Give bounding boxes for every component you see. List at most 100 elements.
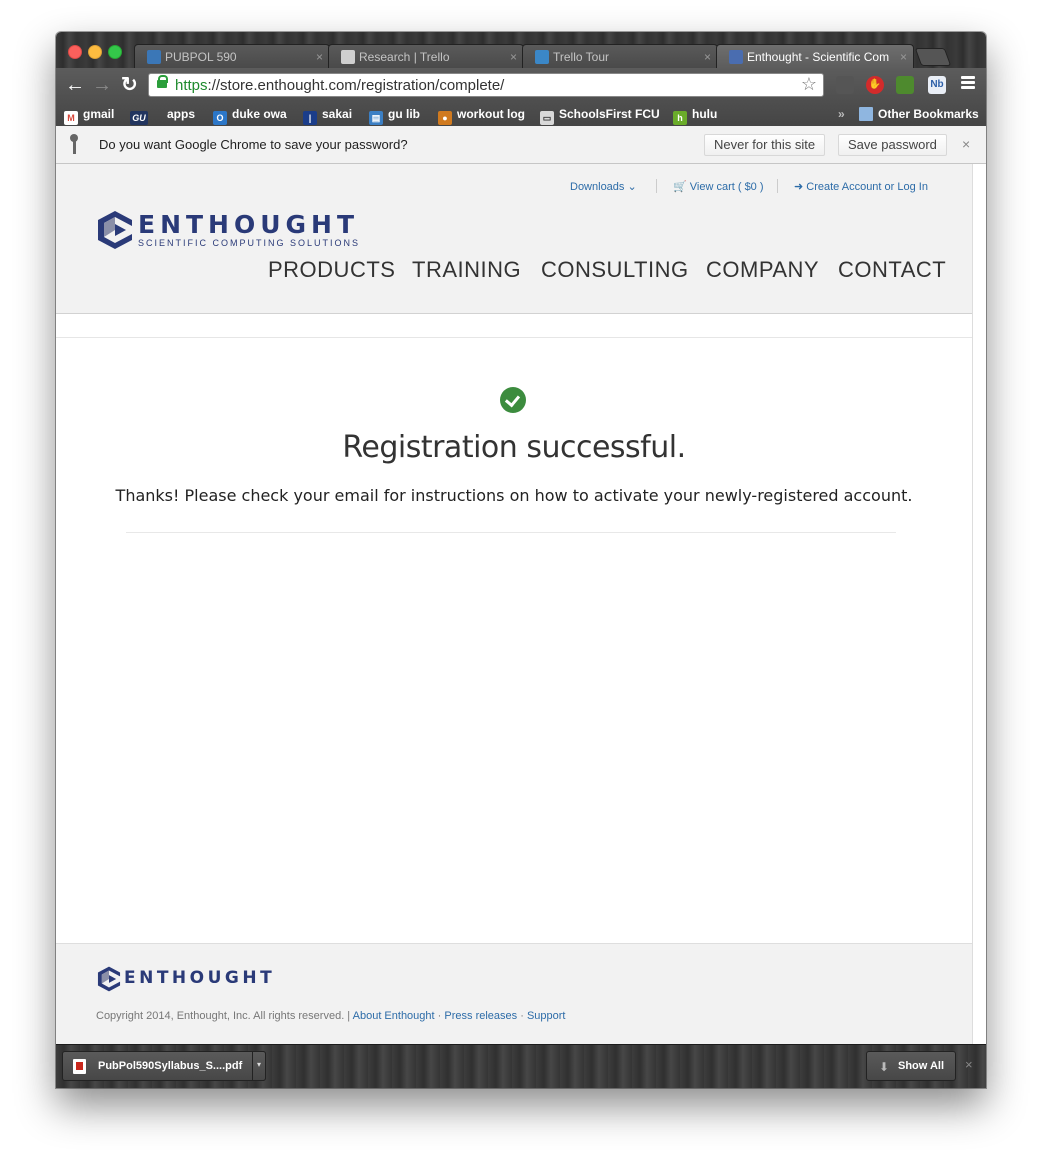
tab-close-icon[interactable]: × xyxy=(316,45,323,68)
pdf-icon xyxy=(73,1059,86,1074)
download-menu-chevron-icon[interactable]: ▾ xyxy=(252,1051,266,1081)
tab-title: PUBPOL 590 xyxy=(165,50,237,64)
copyright-text: Copyright 2014, Enthought, Inc. All righ… xyxy=(96,1010,351,1022)
bookmark-sakai[interactable]: | sakai xyxy=(303,106,352,125)
url-text[interactable]: https://store.enthought.com/registration… xyxy=(175,77,504,94)
logo-tagline: SCIENTIFIC COMPUTING SOLUTIONS xyxy=(138,238,361,248)
new-tab-button[interactable] xyxy=(914,48,952,66)
adblock-icon[interactable]: ✋ xyxy=(866,76,884,94)
forward-arrow-icon[interactable]: → xyxy=(92,74,112,96)
tab-trello-tour[interactable]: Trello Tour × xyxy=(522,44,718,68)
support-link[interactable]: Support xyxy=(527,1010,566,1022)
bookmark-gu-apps[interactable]: GU apps xyxy=(130,106,195,125)
bookmarks-bar: Mgmail GU apps Oduke owa | sakai ▤ gu lib ●… xyxy=(56,102,986,126)
footer-separator: · xyxy=(520,1010,524,1022)
save-password-button[interactable]: Save password xyxy=(838,134,947,156)
view-cart-link[interactable]: 🛒 View cart ( $0 ) xyxy=(673,180,764,193)
site-footer: ENTHOUGHT Copyright 2014, Enthought, Inc… xyxy=(56,943,972,1045)
infobar-message: Do you want Google Chrome to save your p… xyxy=(99,137,408,152)
bookmark-gmail[interactable]: Mgmail xyxy=(64,106,114,125)
browser-window: PUBPOL 590 × Research | Trello × Trello … xyxy=(56,32,986,1088)
show-all-button[interactable]: ⬇ Show All xyxy=(866,1051,956,1081)
pubpol-favicon-icon xyxy=(147,50,161,64)
bookmark-gu-lib[interactable]: ▤ gu lib xyxy=(369,106,420,125)
site-header: Downloads ⌄ 🛒 View cart ( $0 ) ➜ Create … xyxy=(56,164,972,314)
enthought-logo[interactable]: ENTHOUGHT SCIENTIFIC COMPUTING SOLUTIONS xyxy=(96,210,358,255)
never-for-this-site-button[interactable]: Never for this site xyxy=(704,134,826,156)
workout-icon: ● xyxy=(438,111,452,125)
header-subband xyxy=(56,313,972,338)
address-bar[interactable]: https://store.enthought.com/registration… xyxy=(148,73,824,97)
about-enthought-link[interactable]: About Enthought xyxy=(353,1010,435,1022)
shelf-close-icon[interactable]: × xyxy=(965,1057,973,1072)
trello-favicon-icon xyxy=(341,50,355,64)
footer-links: Copyright 2014, Enthought, Inc. All righ… xyxy=(96,1010,565,1022)
other-bookmarks[interactable]: Other Bookmarks xyxy=(859,106,979,122)
tab-close-icon[interactable]: × xyxy=(900,45,907,69)
web-page: Downloads ⌄ 🛒 View cart ( $0 ) ➜ Create … xyxy=(56,164,973,1045)
library-icon: ▤ xyxy=(369,111,383,125)
trello-favicon-icon xyxy=(535,50,549,64)
bookmark-star-icon[interactable]: ☆ xyxy=(801,74,817,95)
footer-logo[interactable]: ENTHOUGHT xyxy=(96,966,272,997)
press-releases-link[interactable]: Press releases xyxy=(444,1010,517,1022)
bookmark-hulu[interactable]: h hulu xyxy=(673,106,717,125)
bank-icon: ▭ xyxy=(540,111,554,125)
minimize-window-button[interactable] xyxy=(88,45,102,59)
tab-enthought[interactable]: Enthought - Scientific Com × xyxy=(716,44,914,69)
util-divider xyxy=(656,179,657,193)
tab-research-trello[interactable]: Research | Trello × xyxy=(328,44,524,68)
enthought-favicon-icon xyxy=(729,50,743,64)
nav-consulting[interactable]: CONSULTING xyxy=(541,257,689,283)
folder-icon xyxy=(859,107,873,121)
footer-separator: · xyxy=(437,1010,442,1022)
tab-title: Enthought - Scientific Com xyxy=(747,50,890,64)
back-arrow-icon[interactable]: ← xyxy=(65,74,85,96)
tab-close-icon[interactable]: × xyxy=(510,45,517,68)
page-title: Registration successful. xyxy=(342,430,686,465)
download-arrow-icon: ⬇ xyxy=(879,1060,890,1074)
create-account-link[interactable]: ➜ Create Account or Log In xyxy=(794,180,928,193)
gu-icon: GU xyxy=(130,111,148,125)
nav-company[interactable]: COMPANY xyxy=(706,257,819,283)
footer-wordmark: ENTHOUGHT xyxy=(124,968,276,988)
nav-products[interactable]: PRODUCTS xyxy=(268,257,395,283)
save-password-infobar: Do you want Google Chrome to save your p… xyxy=(56,126,986,164)
bookmark-schoolsfirst[interactable]: ▭ SchoolsFirst FCU xyxy=(540,106,660,125)
downloads-dropdown[interactable]: Downloads ⌄ xyxy=(570,180,637,193)
nav-training[interactable]: TRAINING xyxy=(412,257,521,283)
browser-toolbar: ← → ↻ https://store.enthought.com/regist… xyxy=(56,68,986,102)
tab-pubpol[interactable]: PUBPOL 590 × xyxy=(134,44,330,68)
enthought-mark-icon xyxy=(98,211,132,249)
outlook-icon: O xyxy=(213,111,227,125)
logo-wordmark: ENTHOUGHT xyxy=(138,210,360,239)
sakai-icon: | xyxy=(303,111,317,125)
gmail-icon: M xyxy=(64,111,78,125)
bookmarks-overflow-chevron-icon[interactable]: » xyxy=(838,106,845,122)
infobar-close-icon[interactable]: × xyxy=(962,136,970,152)
download-shelf: PubPol590Syllabus_S....pdf ▾ ⬇ Show All … xyxy=(56,1044,986,1088)
key-icon xyxy=(70,134,78,156)
chrome-menu-icon[interactable] xyxy=(961,76,975,91)
tab-close-icon[interactable]: × xyxy=(704,45,711,68)
util-divider xyxy=(777,179,778,193)
evernote-icon[interactable] xyxy=(896,76,914,94)
close-window-button[interactable] xyxy=(68,45,82,59)
tab-strip: PUBPOL 590 × Research | Trello × Trello … xyxy=(56,32,986,69)
enthought-mark-icon xyxy=(97,966,121,992)
bookmark-duke-owa[interactable]: Oduke owa xyxy=(213,106,287,125)
content-divider xyxy=(126,532,896,533)
tab-title: Research | Trello xyxy=(359,50,450,64)
notebook-icon[interactable]: Nb xyxy=(928,76,946,94)
nav-contact[interactable]: CONTACT xyxy=(838,257,946,283)
tab-title: Trello Tour xyxy=(553,50,610,64)
download-item[interactable]: PubPol590Syllabus_S....pdf xyxy=(62,1051,266,1081)
download-file-name: PubPol590Syllabus_S....pdf xyxy=(98,1060,243,1072)
show-all-label: Show All xyxy=(898,1060,945,1072)
bookmark-workout-log[interactable]: ● workout log xyxy=(438,106,525,125)
hulu-icon: h xyxy=(673,111,687,125)
zoom-window-button[interactable] xyxy=(108,45,122,59)
reload-icon[interactable]: ↻ xyxy=(121,74,138,96)
extension-shield-icon[interactable] xyxy=(836,76,854,94)
confirmation-message: Thanks! Please check your email for inst… xyxy=(115,486,913,505)
